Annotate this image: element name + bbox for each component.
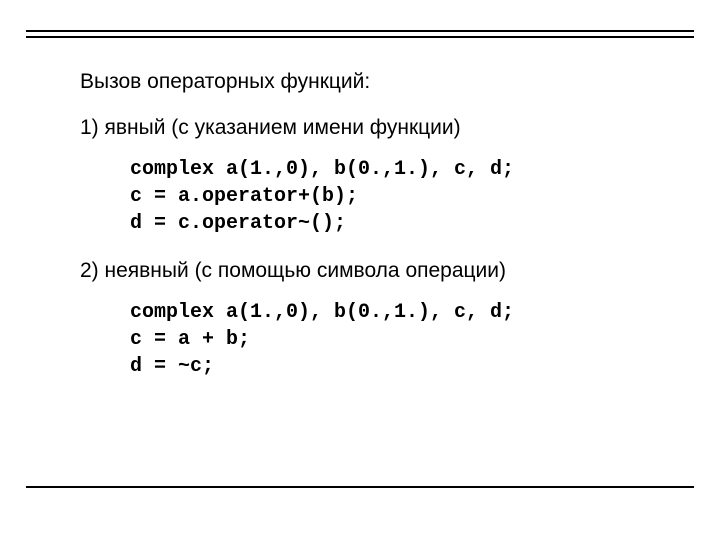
content-block: Вызов операторных функций: 1) явный (с у… <box>80 70 670 402</box>
section-2-label: 2) неявный (с помощью символа операции) <box>80 259 670 283</box>
bottom-rule <box>26 486 694 488</box>
section-2-code: complex a(1.,0), b(0.,1.), c, d; c = a +… <box>130 299 670 380</box>
section-1-label: 1) явный (с указанием имени функции) <box>80 116 670 140</box>
section-1-code: complex a(1.,0), b(0.,1.), c, d; c = a.o… <box>130 156 670 237</box>
slide: Вызов операторных функций: 1) явный (с у… <box>0 0 720 540</box>
top-rule-1 <box>26 30 694 32</box>
top-rule-2 <box>26 36 694 38</box>
heading: Вызов операторных функций: <box>80 70 670 94</box>
